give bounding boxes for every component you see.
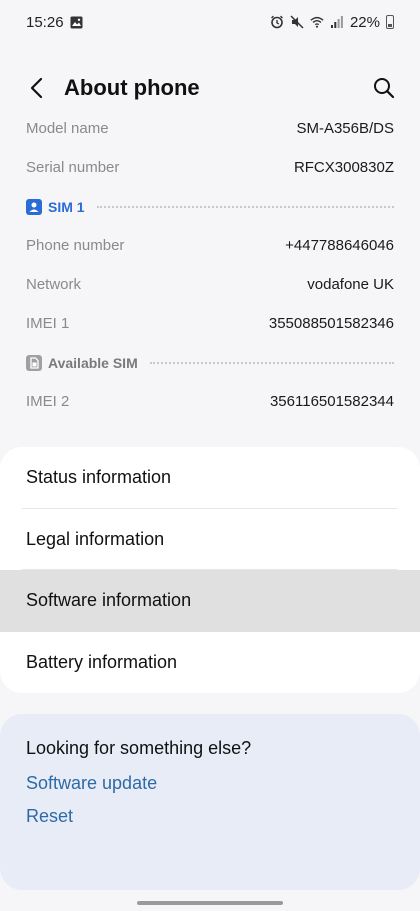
network-label: Network xyxy=(26,276,82,293)
info-row-network: Network vodafone UK xyxy=(0,265,420,304)
search-icon xyxy=(374,78,395,99)
page-title: About phone xyxy=(64,75,200,100)
software-update-link[interactable]: Software update xyxy=(26,773,394,794)
app-bar: About phone xyxy=(0,62,420,114)
battery-percent: 22% xyxy=(349,13,380,31)
imei1-value: 355088501582346 xyxy=(268,315,394,332)
menu-item-software-information[interactable]: Software information xyxy=(0,570,420,632)
status-time: 15:26 xyxy=(26,13,64,31)
section-divider xyxy=(96,205,394,208)
signal-icon xyxy=(330,15,344,29)
sim-card-icon xyxy=(26,354,42,371)
menu-item-label: Legal information xyxy=(26,528,165,549)
available-sim-section-header: Available SIM xyxy=(0,343,420,382)
menu-item-label: Battery information xyxy=(26,651,178,672)
chevron-left-icon xyxy=(30,77,43,99)
phone-number-label: Phone number xyxy=(26,237,125,254)
mute-icon xyxy=(290,15,304,29)
sim1-section-header: SIM 1 xyxy=(0,187,420,226)
wifi-icon xyxy=(310,15,324,29)
info-menu-card: Status information Legal information Sof… xyxy=(0,447,420,693)
info-row-phone-number: Phone number +447788646046 xyxy=(0,226,420,265)
info-row-model: Model name SM-A356B/DS xyxy=(0,114,420,148)
alarm-icon xyxy=(270,15,284,29)
phone-info-list[interactable]: Model name SM-A356B/DS Serial number RFC… xyxy=(0,114,420,436)
imei2-value: 356116501582344 xyxy=(269,393,394,410)
menu-item-legal-information[interactable]: Legal information xyxy=(0,509,420,570)
section-divider xyxy=(149,361,394,364)
menu-item-status-information[interactable]: Status information xyxy=(0,447,420,509)
info-row-imei1: IMEI 1 355088501582346 xyxy=(0,304,420,343)
serial-value: RFCX300830Z xyxy=(293,159,394,176)
model-value: SM-A356B/DS xyxy=(296,120,394,137)
back-button[interactable] xyxy=(22,74,50,102)
phone-number-value: +447788646046 xyxy=(285,237,394,254)
search-button[interactable] xyxy=(370,74,398,102)
suggestions-card: Looking for something else? Software upd… xyxy=(0,714,420,890)
model-label: Model name xyxy=(26,120,109,137)
imei1-label: IMEI 1 xyxy=(26,315,70,332)
menu-item-label: Software information xyxy=(26,590,192,611)
gallery-notification-icon xyxy=(70,15,84,29)
status-bar: 15:26 22% xyxy=(0,0,420,44)
imei2-label: IMEI 2 xyxy=(26,393,70,410)
menu-item-label: Status information xyxy=(26,467,172,488)
home-indicator[interactable] xyxy=(137,901,283,905)
info-row-serial: Serial number RFCX300830Z xyxy=(0,148,420,187)
available-sim-label: Available SIM xyxy=(48,354,138,371)
sim-person-icon xyxy=(26,198,42,215)
reset-link[interactable]: Reset xyxy=(26,806,394,827)
network-value: vodafone UK xyxy=(307,276,394,293)
serial-label: Serial number xyxy=(26,159,120,176)
menu-item-battery-information[interactable]: Battery information xyxy=(0,632,420,694)
battery-icon xyxy=(386,15,394,29)
sim1-label: SIM 1 xyxy=(48,198,85,215)
suggestions-title: Looking for something else? xyxy=(26,738,252,758)
info-row-imei2: IMEI 2 356116501582344 xyxy=(0,382,420,421)
